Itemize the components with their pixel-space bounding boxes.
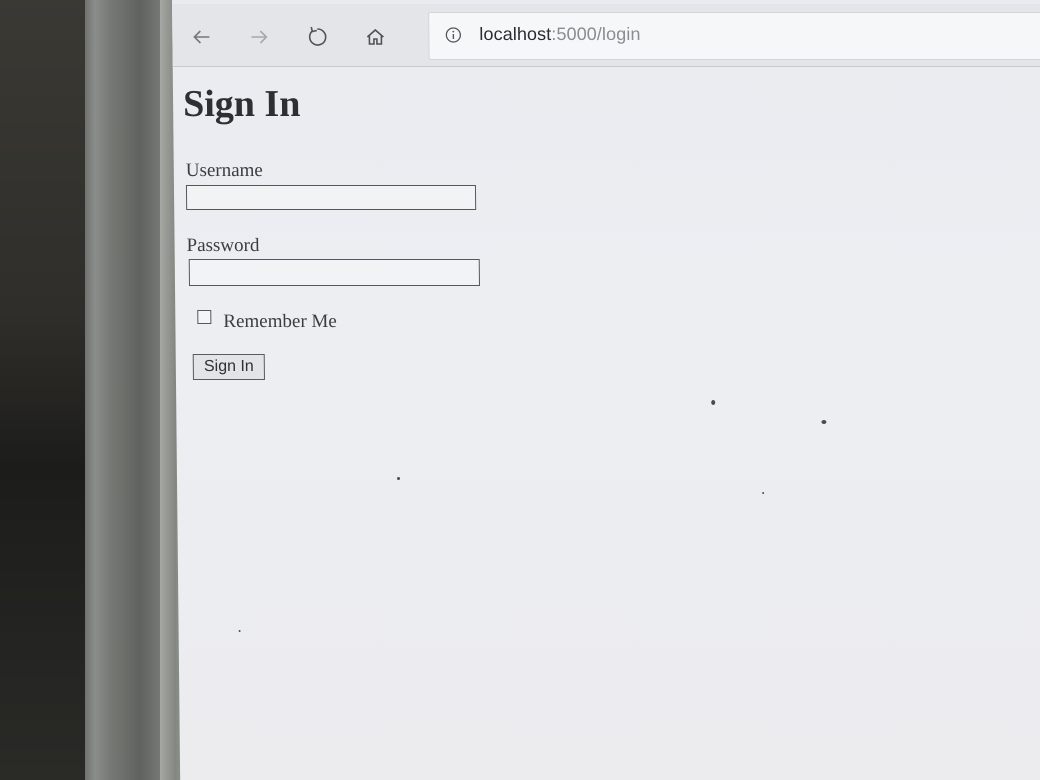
password-label: Password	[186, 235, 260, 256]
url-port: :5000	[551, 24, 597, 44]
background-surroundings	[0, 0, 95, 780]
monitor-bezel-edge	[160, 0, 174, 780]
browser-window: localhost:5000/login Sign In Username Pa…	[172, 0, 1040, 780]
url-host: localhost	[479, 24, 552, 44]
screen-dust	[711, 400, 716, 405]
browser-toolbar: localhost:5000/login	[172, 4, 1040, 67]
reload-button[interactable]	[302, 22, 332, 52]
home-icon	[366, 28, 384, 45]
forward-button[interactable]	[244, 22, 274, 52]
back-arrow-icon	[193, 30, 210, 44]
address-bar[interactable]: localhost:5000/login	[428, 12, 1040, 60]
screen-dust	[396, 477, 401, 480]
url-path: /login	[596, 24, 641, 44]
forward-arrow-icon	[251, 30, 268, 44]
home-button[interactable]	[360, 22, 390, 52]
page-title: Sign In	[182, 83, 301, 125]
back-button[interactable]	[186, 22, 216, 52]
url-text[interactable]: localhost:5000/login	[479, 24, 640, 45]
username-field[interactable]	[185, 185, 477, 210]
sign-in-button[interactable]: Sign In	[192, 354, 265, 380]
remember-me-checkbox[interactable]	[197, 310, 212, 324]
page-content: Sign In Username Password Remember Me Si…	[183, 80, 1030, 770]
screen-dust	[238, 630, 241, 632]
info-icon[interactable]	[445, 27, 462, 43]
reload-icon	[308, 26, 327, 46]
remember-me-label[interactable]: Remember Me	[223, 311, 337, 333]
photo-frame: localhost:5000/login Sign In Username Pa…	[0, 0, 1040, 780]
password-field[interactable]	[188, 259, 480, 286]
screen-dust	[821, 420, 827, 424]
screen-dust	[762, 492, 765, 494]
username-label: Username	[185, 160, 263, 181]
